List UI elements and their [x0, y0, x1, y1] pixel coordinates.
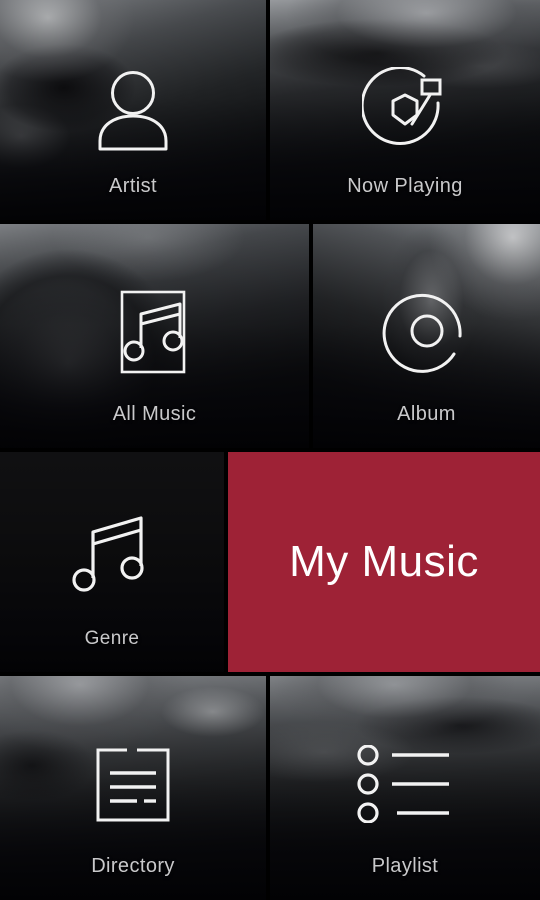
tile-playlist[interactable]: Playlist	[270, 676, 540, 900]
tile-label-album: Album	[313, 403, 540, 426]
tile-artist[interactable]: Artist	[0, 0, 266, 220]
now-playing-content: Now Playing	[270, 0, 540, 220]
tile-label-now-playing: Now Playing	[270, 175, 540, 198]
tile-label-all-music: All Music	[0, 403, 309, 426]
tile-genre[interactable]: Genre	[0, 452, 224, 672]
tile-album[interactable]: Album	[313, 224, 540, 448]
vinyl-record-icon	[362, 67, 448, 153]
playlist-bullets-icon	[356, 745, 454, 823]
directory-content: Directory	[0, 676, 266, 900]
genre-content: Genre	[0, 452, 224, 672]
artist-content: Artist	[0, 0, 266, 220]
music-home-screen: Artist Now Playing	[0, 0, 540, 900]
tile-my-music[interactable]: My Music	[228, 452, 540, 672]
disc-icon	[382, 286, 472, 376]
tile-label-artist: Artist	[0, 175, 266, 198]
tile-label-genre: Genre	[0, 628, 224, 650]
tile-label-directory: Directory	[0, 855, 266, 878]
playlist-content: Playlist	[270, 676, 540, 900]
tile-label-my-music: My Music	[289, 537, 479, 587]
tile-directory[interactable]: Directory	[0, 676, 266, 900]
music-note-frame-icon	[112, 286, 198, 378]
tile-all-music[interactable]: All Music	[0, 224, 309, 448]
person-icon	[94, 69, 172, 151]
tile-now-playing[interactable]: Now Playing	[270, 0, 540, 220]
all-music-content: All Music	[0, 224, 309, 448]
album-content: Album	[313, 224, 540, 448]
my-music-content: My Music	[228, 452, 540, 672]
document-lines-icon	[93, 745, 173, 825]
tile-label-playlist: Playlist	[270, 855, 540, 878]
beamed-notes-icon	[71, 510, 153, 600]
